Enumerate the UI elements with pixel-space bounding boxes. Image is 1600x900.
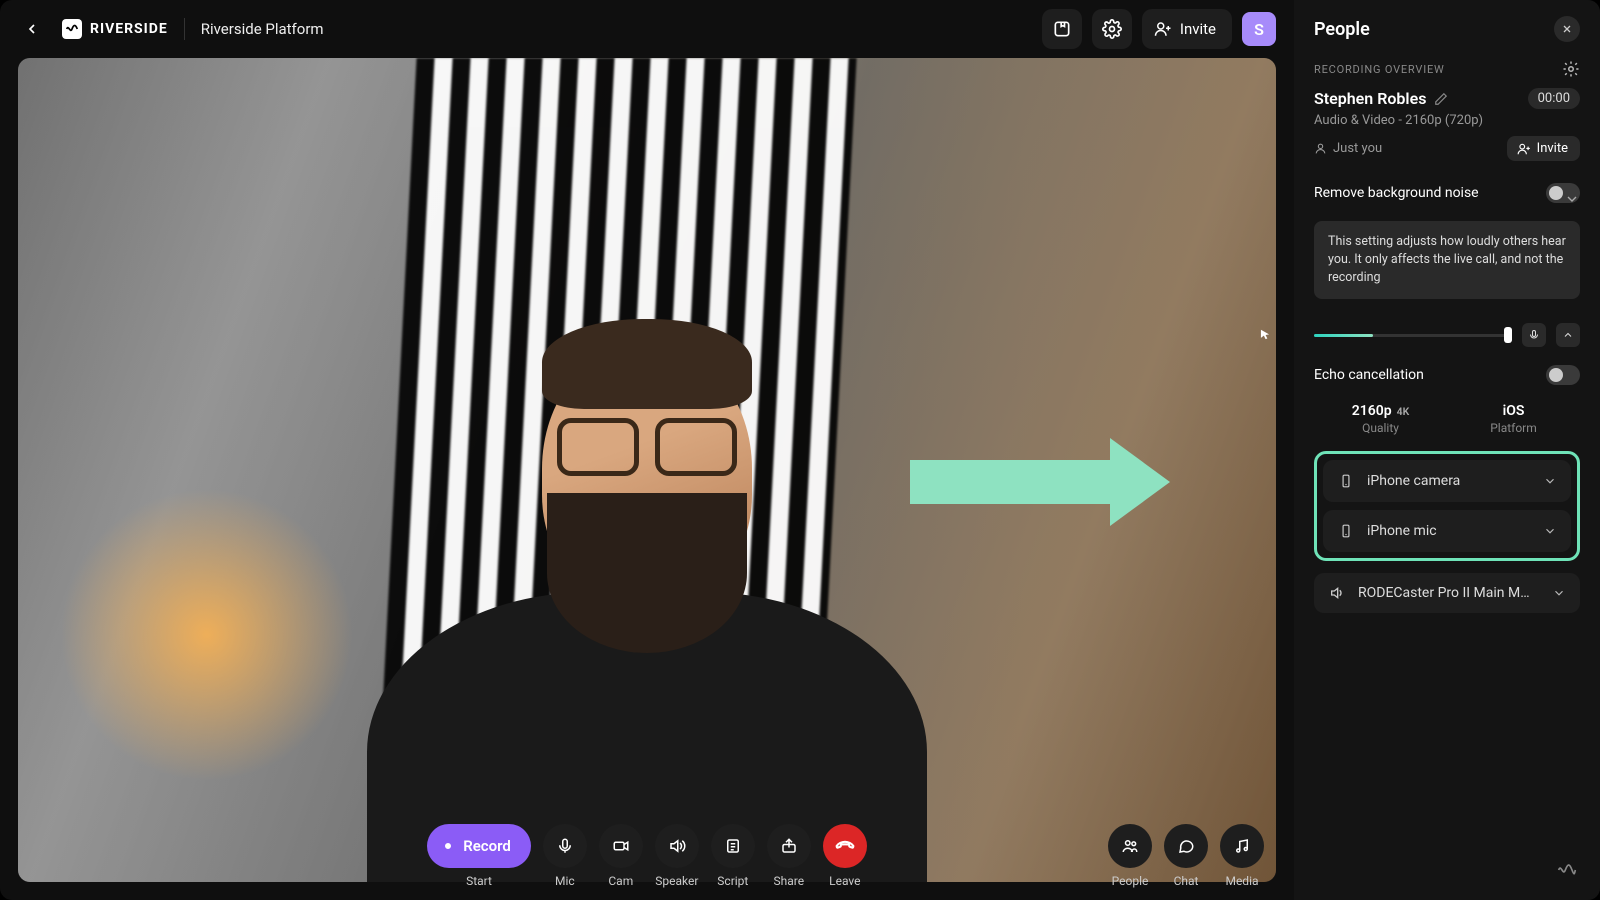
collapse-up-button[interactable] <box>1556 323 1580 347</box>
back-button[interactable] <box>18 15 46 43</box>
quality-value: 2160p <box>1352 403 1392 419</box>
invite-icon <box>1154 20 1172 38</box>
quality-sublabel: Quality <box>1314 421 1447 435</box>
quality-badge: 4K <box>1397 405 1410 418</box>
platform-name: Riverside Platform <box>201 20 324 38</box>
brand-name: RIVERSIDE <box>90 21 168 37</box>
logo[interactable]: RIVERSIDE <box>62 19 168 39</box>
person-icon <box>1314 142 1327 155</box>
recording-timer: 00:00 <box>1528 88 1580 109</box>
invite-label: Invite <box>1180 20 1216 38</box>
people-button[interactable] <box>1108 824 1152 868</box>
cam-button[interactable] <box>599 824 643 868</box>
overview-settings-button[interactable] <box>1562 60 1580 78</box>
avatar[interactable]: S <box>1242 12 1276 46</box>
phone-icon <box>1337 522 1355 540</box>
section-collapse-button[interactable] <box>1564 191 1580 207</box>
invite-button[interactable]: Invite <box>1142 9 1232 49</box>
volume-tooltip: This setting adjusts how loudly others h… <box>1314 221 1580 299</box>
divider <box>184 18 185 40</box>
invite-small-button[interactable]: Invite <box>1507 136 1580 161</box>
settings-button[interactable] <box>1092 9 1132 49</box>
quality-line: Audio & Video - 2160p (720p) <box>1314 113 1580 128</box>
echo-label: Echo cancellation <box>1314 367 1424 383</box>
volume-slider[interactable] <box>1314 334 1512 337</box>
chat-button[interactable] <box>1164 824 1208 868</box>
record-label: Record <box>463 837 511 855</box>
mic-button[interactable] <box>543 824 587 868</box>
participant-name: Stephen Robles <box>1314 89 1426 108</box>
platform-value: iOS <box>1503 403 1525 419</box>
chevron-down-icon <box>1552 586 1566 600</box>
media-button[interactable] <box>1220 824 1264 868</box>
speaker-icon <box>1328 585 1346 601</box>
script-button[interactable] <box>711 824 755 868</box>
chevron-down-icon <box>1543 474 1557 488</box>
close-sidebar-button[interactable] <box>1554 16 1580 42</box>
topbar: RIVERSIDE Riverside Platform Invite S <box>0 0 1294 58</box>
annotation-arrow <box>910 460 1110 504</box>
waveform-icon <box>1554 860 1580 880</box>
record-button[interactable]: Record <box>427 824 531 868</box>
speaker-button[interactable] <box>655 824 699 868</box>
platform-sublabel: Platform <box>1447 421 1580 435</box>
edit-name-button[interactable] <box>1434 92 1448 106</box>
just-you-label: Just you <box>1333 141 1382 156</box>
record-sublabel: Start <box>466 874 492 888</box>
logo-mark-icon <box>62 19 82 39</box>
notes-button[interactable] <box>1042 9 1082 49</box>
speaker-selector[interactable]: RODECaster Pro II Main M… <box>1314 573 1580 613</box>
overview-label: RECORDING OVERVIEW <box>1314 63 1445 76</box>
record-icon <box>441 839 455 853</box>
leave-button[interactable] <box>823 824 867 868</box>
remove-noise-label: Remove background noise <box>1314 185 1479 201</box>
chevron-down-icon <box>1543 524 1557 538</box>
highlighted-devices: iPhone camera iPhone mic <box>1314 451 1580 561</box>
share-button[interactable] <box>767 824 811 868</box>
echo-toggle[interactable] <box>1546 365 1580 385</box>
people-sidebar: People RECORDING OVERVIEW Stephen Robles… <box>1294 0 1600 900</box>
phone-icon <box>1337 472 1355 490</box>
sidebar-title: People <box>1314 19 1370 40</box>
mic-level-icon[interactable] <box>1522 323 1546 347</box>
mic-selector[interactable]: iPhone mic <box>1323 510 1571 552</box>
camera-selector[interactable]: iPhone camera <box>1323 460 1571 502</box>
